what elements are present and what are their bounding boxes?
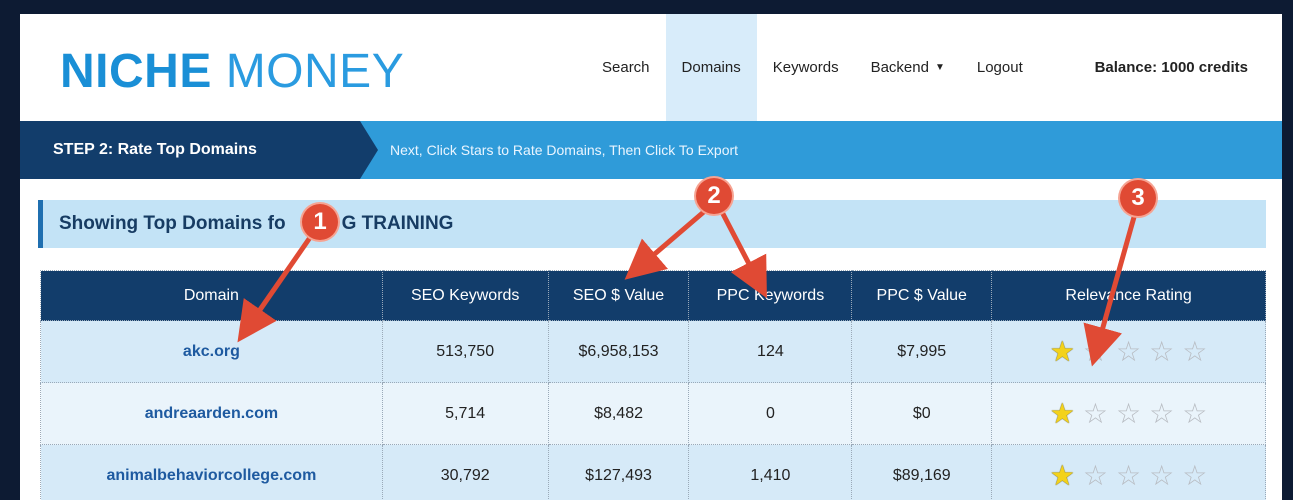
star-empty-icon[interactable]: ☆ [1083,399,1108,428]
domains-table: Domain SEO Keywords SEO $ Value PPC Keyw… [40,270,1266,500]
table-row: animalbehaviorcollege.com 30,792 $127,49… [40,444,1266,500]
showing-title: Showing Top Domains fo G TRAINING [38,200,1266,248]
star-rating[interactable]: ★ ☆ ☆ ☆ ☆ [1050,461,1208,490]
star-empty-icon[interactable]: ☆ [1149,337,1174,366]
col-relevance-rating[interactable]: Relevance Rating [991,270,1266,321]
star-empty-icon[interactable]: ☆ [1116,399,1141,428]
seo-keywords-cell: 5,714 [381,382,549,445]
ppc-value-cell: $0 [851,382,993,445]
domain-link[interactable]: akc.org [40,320,383,383]
col-ppc-value[interactable]: PPC $ Value [851,270,993,321]
domain-link[interactable]: andreaarden.com [40,382,383,445]
star-empty-icon[interactable]: ☆ [1083,461,1108,490]
table-header-row: Domain SEO Keywords SEO $ Value PPC Keyw… [40,270,1266,321]
seo-value-cell: $6,958,153 [547,320,690,383]
col-domain[interactable]: Domain [40,270,383,321]
col-ppc-keywords[interactable]: PPC Keywords [688,270,853,321]
header: NICHE MONEY Search Domains Keywords Back… [20,14,1282,121]
ppc-value-cell: $7,995 [851,320,993,383]
step-arrow [360,121,378,179]
star-empty-icon[interactable]: ☆ [1149,399,1174,428]
rating-cell: ★ ☆ ☆ ☆ ☆ [991,382,1266,445]
col-seo-value[interactable]: SEO $ Value [547,270,690,321]
star-empty-icon[interactable]: ☆ [1116,461,1141,490]
annotation-marker-1: 1 [302,204,338,240]
star-filled-icon[interactable]: ★ [1050,461,1075,490]
logo-part-money: MONEY [225,45,405,98]
table-row: andreaarden.com 5,714 $8,482 0 $0 ★ ☆ ☆ ☆ ☆ [40,382,1266,445]
logo[interactable]: NICHE MONEY [60,44,404,99]
star-rating[interactable]: ★ ☆ ☆ ☆ ☆ [1050,399,1208,428]
step-bar: STEP 2: Rate Top Domains Next, Click Sta… [20,121,1282,179]
seo-keywords-cell: 513,750 [381,320,549,383]
ppc-value-cell: $89,169 [851,444,993,500]
star-empty-icon[interactable]: ☆ [1116,337,1141,366]
ppc-keywords-cell: 124 [688,320,853,383]
annotation-marker-2: 2 [696,178,732,214]
showing-title-right: G TRAINING [341,213,454,234]
ppc-keywords-cell: 0 [688,382,853,445]
logo-part-niche: NICHE [60,45,212,98]
step-instruction: Next, Click Stars to Rate Domains, Then … [390,142,739,158]
rating-cell: ★ ☆ ☆ ☆ ☆ [991,320,1266,383]
star-empty-icon[interactable]: ☆ [1182,399,1207,428]
balance-display: Balance: 1000 credits [1094,59,1248,76]
star-filled-icon[interactable]: ★ [1050,337,1075,366]
seo-value-cell: $8,482 [547,382,690,445]
star-filled-icon[interactable]: ★ [1050,399,1075,428]
star-empty-icon[interactable]: ☆ [1182,461,1207,490]
nav-domains[interactable]: Domains [665,14,757,121]
rating-cell: ★ ☆ ☆ ☆ ☆ [991,444,1266,500]
annotation-marker-3: 3 [1120,180,1156,216]
main-nav: Search Domains Keywords Backend ▼ Logout [586,14,1039,121]
star-rating[interactable]: ★ ☆ ☆ ☆ ☆ [1050,337,1208,366]
star-empty-icon[interactable]: ☆ [1182,337,1207,366]
star-empty-icon[interactable]: ☆ [1149,461,1174,490]
caret-down-icon: ▼ [934,62,945,73]
domain-link[interactable]: animalbehaviorcollege.com [40,444,383,500]
nav-logout[interactable]: Logout [961,14,1039,121]
seo-value-cell: $127,493 [547,444,690,500]
nav-backend-label: Backend [870,59,929,76]
star-empty-icon[interactable]: ☆ [1083,337,1108,366]
nav-search[interactable]: Search [586,14,666,121]
nav-keywords[interactable]: Keywords [757,14,855,121]
nav-backend[interactable]: Backend ▼ [855,14,961,121]
step-label: STEP 2: Rate Top Domains [20,121,360,179]
showing-title-left: Showing Top Domains fo [59,213,286,234]
col-seo-keywords[interactable]: SEO Keywords [381,270,549,321]
ppc-keywords-cell: 1,410 [688,444,853,500]
seo-keywords-cell: 30,792 [381,444,549,500]
table-row: akc.org 513,750 $6,958,153 124 $7,995 ★ ☆… [40,320,1266,383]
